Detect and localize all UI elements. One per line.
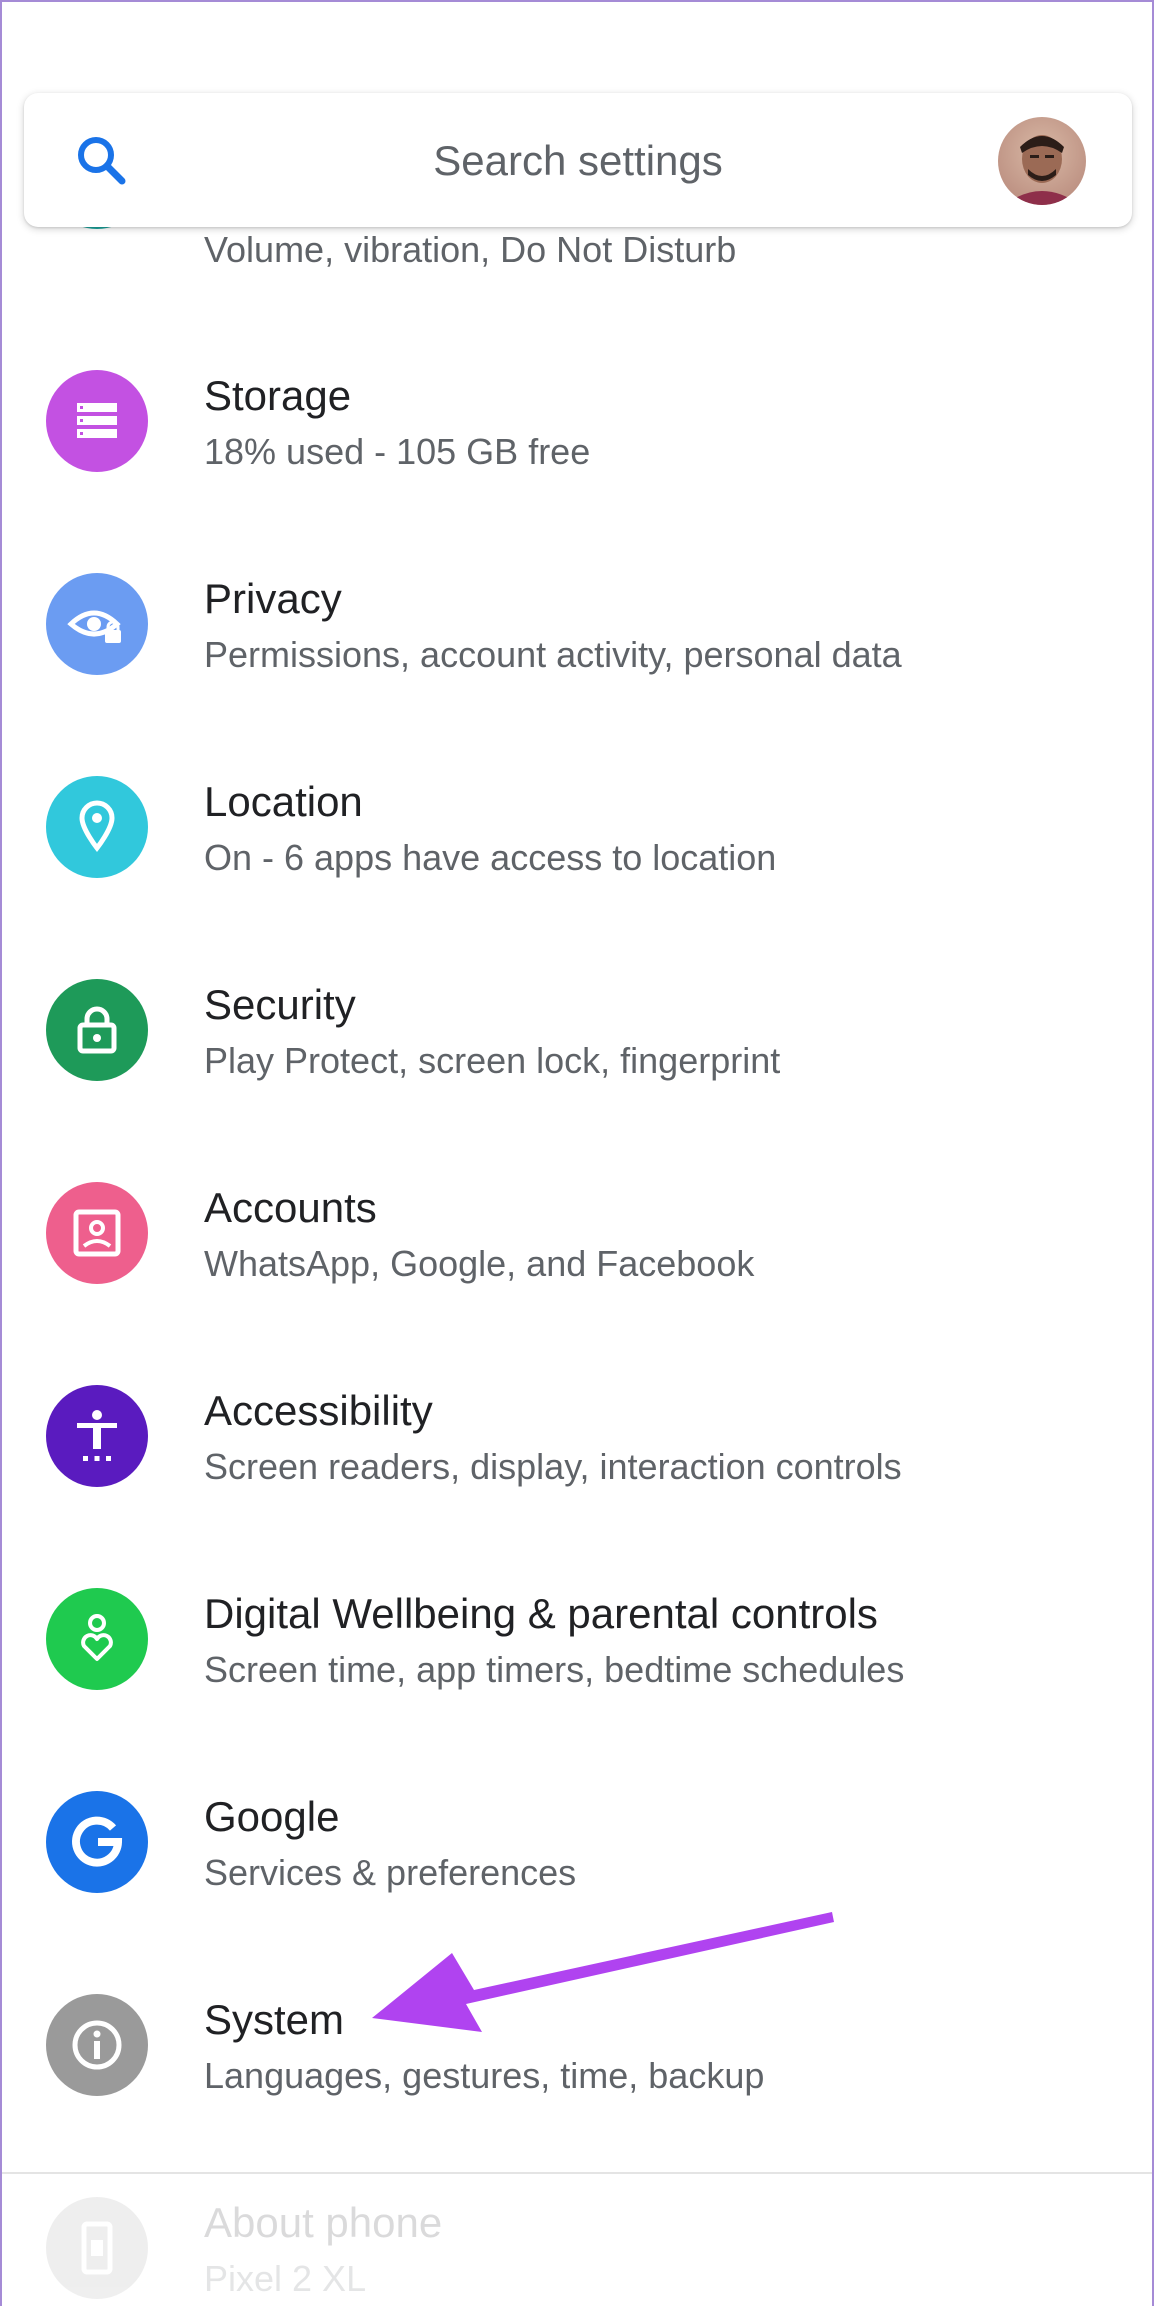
settings-item-accessibility[interactable]: Accessibility Screen readers, display, i… <box>2 1334 1152 1537</box>
location-pin-icon <box>46 776 148 878</box>
settings-item-digital-wellbeing[interactable]: Digital Wellbeing & parental controls Sc… <box>2 1537 1152 1740</box>
storage-icon <box>46 370 148 472</box>
settings-item-about-phone[interactable]: About phone Pixel 2 XL <box>2 2174 1152 2314</box>
wellbeing-heart-icon <box>46 1588 148 1690</box>
search-icon[interactable] <box>70 129 134 193</box>
settings-item-subtitle: Play Protect, screen lock, fingerprint <box>204 1040 781 1081</box>
settings-item-title: Storage <box>204 372 352 419</box>
settings-item-security[interactable]: Security Play Protect, screen lock, fing… <box>2 928 1152 1131</box>
settings-item-subtitle: Screen time, app timers, bedtime schedul… <box>204 1649 905 1690</box>
settings-item-subtitle: Services & preferences <box>204 1852 577 1893</box>
settings-item-title: System <box>204 1996 345 2043</box>
phone-icon <box>46 2197 148 2299</box>
settings-item-title: Accounts <box>204 1184 377 1231</box>
annotation-arrow-icon <box>372 1912 834 2032</box>
google-g-icon <box>46 1791 148 1893</box>
settings-item-title: Location <box>204 778 363 825</box>
settings-item-title: Security <box>204 981 356 1028</box>
settings-item-subtitle: 18% used - 105 GB free <box>204 431 591 472</box>
settings-item-subtitle: Permissions, account activity, personal … <box>204 634 902 675</box>
search-bar[interactable] <box>24 93 1132 229</box>
settings-item-subtitle: On - 6 apps have access to location <box>204 837 777 878</box>
settings-item-title: About phone <box>204 2199 443 2246</box>
accessibility-person-icon <box>46 1385 148 1487</box>
privacy-eye-icon <box>46 573 148 675</box>
info-icon <box>46 1994 148 2096</box>
settings-item-title: Google <box>204 1793 340 1840</box>
settings-item-subtitle: WhatsApp, Google, and Facebook <box>204 1243 755 1284</box>
settings-item-title: Accessibility <box>204 1387 433 1434</box>
settings-item-location[interactable]: Location On - 6 apps have access to loca… <box>2 725 1152 928</box>
settings-item-accounts[interactable]: Accounts WhatsApp, Google, and Facebook <box>2 1131 1152 1334</box>
settings-item-subtitle: Volume, vibration, Do Not Disturb <box>204 229 737 270</box>
settings-item-title: Privacy <box>204 575 342 622</box>
settings-item-privacy[interactable]: Privacy Permissions, account activity, p… <box>2 522 1152 725</box>
settings-item-storage[interactable]: Storage 18% used - 105 GB free <box>2 319 1152 522</box>
settings-item-subtitle: Screen readers, display, interaction con… <box>204 1446 902 1487</box>
lock-icon <box>46 979 148 1081</box>
settings-item-subtitle: Languages, gestures, time, backup <box>204 2055 765 2096</box>
settings-item-title: Digital Wellbeing & parental controls <box>204 1590 878 1637</box>
search-input[interactable] <box>174 93 982 229</box>
avatar[interactable] <box>998 117 1086 205</box>
account-box-icon <box>46 1182 148 1284</box>
settings-item-subtitle: Pixel 2 XL <box>204 2258 367 2299</box>
